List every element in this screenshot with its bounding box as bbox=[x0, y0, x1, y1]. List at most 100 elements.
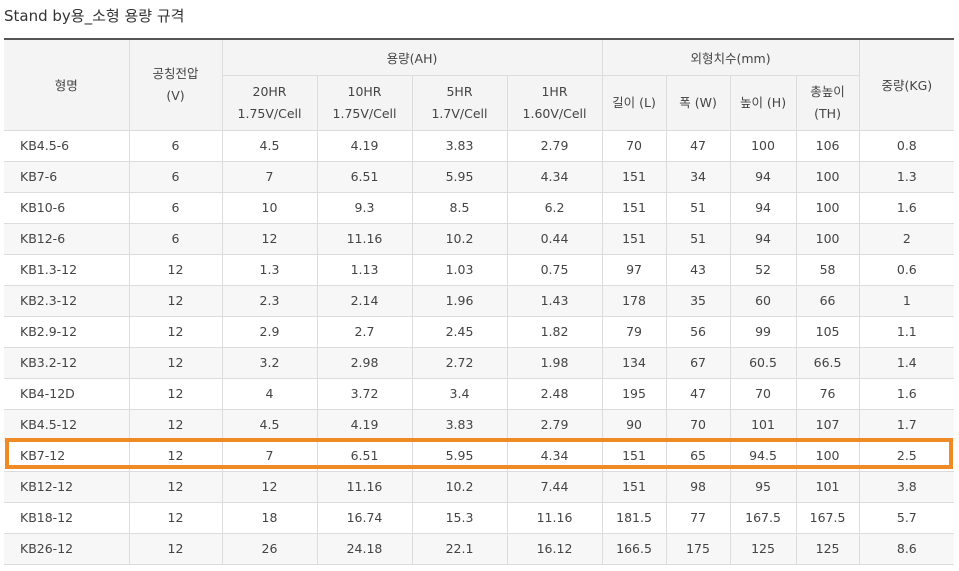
header-rate: 20HR bbox=[252, 83, 287, 99]
header-length: 길이 (L) bbox=[601, 75, 667, 131]
cell-weight: 3.8 bbox=[858, 471, 955, 503]
cell-total-height: 66.5 bbox=[795, 347, 860, 379]
battery-spec-table: 형명 공칭전압 (V) 용량(AH) 외형치수(mm) 중량(KG) 20HR … bbox=[4, 38, 955, 565]
cell-voltage: 12 bbox=[128, 347, 222, 379]
cell-voltage: 6 bbox=[128, 223, 222, 255]
header-width: 폭 (W) bbox=[665, 75, 731, 131]
cell-cap-10hr: 6.51 bbox=[316, 440, 412, 472]
cell-model: KB4.5-6 bbox=[4, 130, 129, 162]
table-row: KB7-12 12 7 6.51 5.95 4.34 151 65 94.5 100 2.5 bbox=[4, 440, 955, 472]
cell-total-height: 167.5 bbox=[795, 502, 860, 534]
cell-weight: 2.5 bbox=[858, 440, 955, 472]
cell-model: KB10-6 bbox=[4, 192, 129, 224]
cell-cap-1hr: 4.34 bbox=[506, 440, 603, 472]
cell-weight: 8.6 bbox=[858, 533, 955, 565]
cell-cap-1hr: 4.34 bbox=[506, 161, 603, 193]
cell-width: 67 bbox=[665, 347, 731, 379]
cell-weight: 1 bbox=[858, 285, 955, 317]
table-row: KB10-6 6 10 9.3 8.5 6.2 151 51 94 100 1.6 bbox=[4, 192, 955, 224]
table-row: KB7-6 6 7 6.51 5.95 4.34 151 34 94 100 1.3 bbox=[4, 161, 955, 193]
cell-width: 56 bbox=[665, 316, 731, 348]
cell-voltage: 12 bbox=[128, 285, 222, 317]
cell-total-height: 100 bbox=[795, 223, 860, 255]
header-capacity-group: 용량(AH) bbox=[221, 38, 603, 76]
cell-cap-1hr: 1.98 bbox=[506, 347, 603, 379]
cell-cap-1hr: 7.44 bbox=[506, 471, 603, 503]
header-dim-unit: (TH) bbox=[814, 105, 841, 121]
table-row: KB4.5-12 12 4.5 4.19 3.83 2.79 90 70 101 107 1.7 bbox=[4, 409, 955, 441]
header-dim-label: 높이 (H) bbox=[739, 94, 787, 110]
cell-voltage: 12 bbox=[128, 471, 222, 503]
cell-cap-1hr: 0.44 bbox=[506, 223, 603, 255]
cell-weight: 0.6 bbox=[858, 254, 955, 286]
cell-model: KB4-12D bbox=[4, 378, 129, 410]
cell-total-height: 100 bbox=[795, 161, 860, 193]
cell-width: 98 bbox=[665, 471, 731, 503]
cell-voltage: 12 bbox=[128, 440, 222, 472]
cell-cap-20hr: 12 bbox=[221, 471, 317, 503]
cell-cap-20hr: 4.5 bbox=[221, 409, 317, 441]
cell-cap-20hr: 4 bbox=[221, 378, 317, 410]
header-model: 형명 bbox=[4, 38, 129, 131]
cell-total-height: 106 bbox=[795, 130, 860, 162]
cell-length: 181.5 bbox=[601, 502, 667, 534]
cell-total-height: 58 bbox=[795, 254, 860, 286]
cell-voltage: 12 bbox=[128, 502, 222, 534]
cell-weight: 1.7 bbox=[858, 409, 955, 441]
cell-height: 167.5 bbox=[729, 502, 797, 534]
header-voltage-label: 공칭전압 bbox=[152, 65, 199, 81]
header-cell-voltage: 1.75V/Cell bbox=[332, 105, 397, 121]
cell-cap-20hr: 12 bbox=[221, 223, 317, 255]
cell-total-height: 66 bbox=[795, 285, 860, 317]
cell-length: 70 bbox=[601, 130, 667, 162]
cell-weight: 1.6 bbox=[858, 192, 955, 224]
cell-height: 52 bbox=[729, 254, 797, 286]
header-capacity-5hr: 5HR 1.7V/Cell bbox=[411, 75, 507, 131]
cell-width: 47 bbox=[665, 378, 731, 410]
cell-total-height: 100 bbox=[795, 192, 860, 224]
cell-total-height: 100 bbox=[795, 440, 860, 472]
cell-total-height: 105 bbox=[795, 316, 860, 348]
table-row: KB4.5-6 6 4.5 4.19 3.83 2.79 70 47 100 106 0.8 bbox=[4, 130, 955, 162]
cell-weight: 1.1 bbox=[858, 316, 955, 348]
header-total-height: 총높이 (TH) bbox=[795, 75, 860, 131]
cell-length: 151 bbox=[601, 161, 667, 193]
cell-cap-20hr: 10 bbox=[221, 192, 317, 224]
cell-weight: 2 bbox=[858, 223, 955, 255]
cell-cap-1hr: 1.43 bbox=[506, 285, 603, 317]
cell-height: 94.5 bbox=[729, 440, 797, 472]
cell-cap-5hr: 1.03 bbox=[411, 254, 507, 286]
cell-cap-10hr: 4.19 bbox=[316, 409, 412, 441]
header-dim-label: 폭 (W) bbox=[679, 94, 717, 110]
table-row: KB2.9-12 12 2.9 2.7 2.45 1.82 79 56 99 105 1.1 bbox=[4, 316, 955, 348]
cell-cap-1hr: 2.48 bbox=[506, 378, 603, 410]
header-voltage: 공칭전압 (V) bbox=[128, 38, 222, 131]
cell-voltage: 12 bbox=[128, 378, 222, 410]
cell-length: 134 bbox=[601, 347, 667, 379]
cell-cap-5hr: 15.3 bbox=[411, 502, 507, 534]
cell-width: 51 bbox=[665, 192, 731, 224]
cell-cap-5hr: 10.2 bbox=[411, 471, 507, 503]
cell-height: 60.5 bbox=[729, 347, 797, 379]
cell-width: 175 bbox=[665, 533, 731, 565]
cell-length: 151 bbox=[601, 471, 667, 503]
cell-height: 94 bbox=[729, 161, 797, 193]
cell-length: 166.5 bbox=[601, 533, 667, 565]
cell-cap-20hr: 7 bbox=[221, 161, 317, 193]
cell-cap-20hr: 2.3 bbox=[221, 285, 317, 317]
cell-width: 47 bbox=[665, 130, 731, 162]
cell-cap-10hr: 11.16 bbox=[316, 471, 412, 503]
cell-cap-20hr: 3.2 bbox=[221, 347, 317, 379]
cell-height: 94 bbox=[729, 192, 797, 224]
cell-cap-5hr: 10.2 bbox=[411, 223, 507, 255]
cell-length: 151 bbox=[601, 440, 667, 472]
cell-cap-10hr: 16.74 bbox=[316, 502, 412, 534]
cell-cap-20hr: 18 bbox=[221, 502, 317, 534]
header-rate: 1HR bbox=[541, 83, 568, 99]
cell-cap-5hr: 1.96 bbox=[411, 285, 507, 317]
cell-cap-10hr: 2.14 bbox=[316, 285, 412, 317]
cell-cap-10hr: 1.13 bbox=[316, 254, 412, 286]
cell-cap-1hr: 2.79 bbox=[506, 409, 603, 441]
cell-cap-10hr: 2.98 bbox=[316, 347, 412, 379]
cell-cap-5hr: 22.1 bbox=[411, 533, 507, 565]
